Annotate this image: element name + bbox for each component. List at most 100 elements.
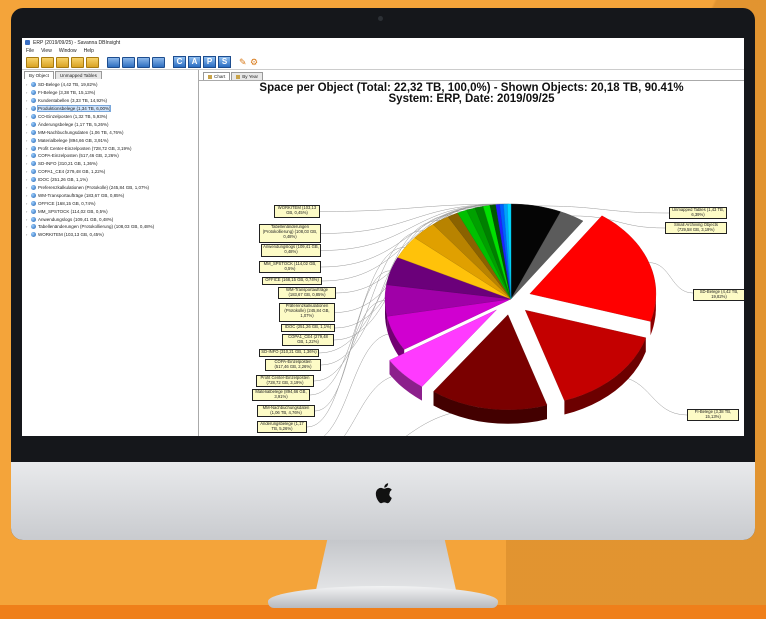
tree-item-label: SD-Belege (4,42 TB, 19,82%)	[38, 82, 98, 88]
chart-pane: Chart By Year Space per Object (Total: 2…	[199, 70, 744, 436]
object-icon	[31, 114, 36, 119]
tree-item[interactable]: › Tabellenänderungen (Protokollierung) (1…	[26, 223, 198, 231]
tree-item[interactable]: › Profit Center-Einzelposten (728,72 GB, …	[26, 144, 198, 152]
tree-item[interactable]: › WM-Transportaufträge (183,67 GB, 0,85%)	[26, 191, 198, 199]
folder-import-icon[interactable]	[86, 56, 99, 68]
tree-item-label: WORKITEM (103,13 GB, 0,45%)	[38, 232, 104, 238]
object-icon	[31, 90, 36, 96]
tree-item-label: SD-INFO (310,21 GB, 1,36%)	[38, 161, 98, 167]
tree-item-label: MM-Nachbuchungsdaten (1,06 TB, 4,76%)	[38, 129, 124, 135]
object-icon	[31, 137, 36, 143]
object-icon	[31, 153, 36, 159]
tree-item-label: Produktionsbelege (1,34 TB, 6,00%)	[36, 105, 112, 113]
tree-item-label: WM-Transportaufträge (183,67 GB, 0,85%)	[38, 192, 125, 198]
tree-item[interactable]: › MM-Nachbuchungsdaten (1,06 TB, 4,76%)	[26, 128, 198, 136]
tab-by-year[interactable]: By Year	[231, 72, 264, 80]
chart-tab-icon	[208, 74, 212, 79]
slice-label-material: Materialbelege (894,66 GB, 3,91%)	[252, 389, 310, 401]
object-tree: › SD-Belege (4,42 TB, 19,82%) › FI-Belege (…	[22, 79, 198, 239]
tree-item[interactable]: › IDOC (251,26 GB, 1,1%)	[26, 176, 198, 184]
tree-item[interactable]: › FI-Belege (3,38 TB, 15,13%)	[26, 89, 198, 97]
tree-item[interactable]: › OFFICE (168,15 GB, 0,74%)	[26, 199, 198, 207]
menu-view[interactable]: View	[41, 48, 52, 54]
pie-slice[interactable]	[433, 314, 548, 411]
tree-item-label: IDOC (251,26 GB, 1,1%)	[38, 177, 88, 183]
slice-label-sdinfo: SD-INFO (310,21 GB, 1,36%)	[259, 349, 319, 357]
camera-dot	[378, 16, 383, 21]
tree-item[interactable]: › SD-INFO (310,21 GB, 1,36%)	[26, 160, 198, 168]
year-tab-icon	[236, 74, 241, 79]
object-icon	[31, 192, 36, 198]
tab-chart[interactable]: Chart	[203, 72, 231, 80]
tree-item[interactable]: › COPA-Einzelposten (517,46 GB, 2,26%)	[26, 152, 198, 160]
tree-item[interactable]: › MM_SPSTOCK (114,02 GB, 0,5%)	[26, 207, 198, 215]
toolbar-p-button[interactable]: P	[203, 56, 216, 68]
object-icon	[31, 121, 36, 127]
tree-item[interactable]: › Produktionsbelege (1,34 TB, 6,00%)	[26, 105, 198, 113]
tools-icon[interactable]: ✎	[239, 57, 248, 67]
tree-item-label: CO-Einzelposten (1,32 TB, 5,93%)	[38, 114, 108, 119]
object-tree-pane: By Object Unmapped Tables › SD-Belege (4,…	[22, 70, 199, 436]
tree-item-label: FI-Belege (3,38 TB, 15,13%)	[38, 90, 96, 96]
folder-save-icon[interactable]	[56, 56, 69, 68]
tree-item[interactable]: › Materialbelege (894,66 GB, 3,91%)	[26, 136, 198, 144]
chart-view-icon[interactable]	[122, 56, 135, 68]
monitor-stand	[316, 540, 456, 590]
object-icon	[31, 177, 36, 183]
tree-item[interactable]: › CO-Einzelposten (1,32 TB, 5,93%)	[26, 113, 198, 121]
grid-view-icon[interactable]	[152, 56, 165, 68]
settings-icon[interactable]: ⚙	[250, 57, 259, 67]
object-icon	[31, 216, 36, 222]
tree-item[interactable]: › Änderungsbelege (1,17 TB, 5,26%)	[26, 120, 198, 128]
menu-bar: File View Window Help	[22, 47, 744, 55]
tree-item[interactable]: › Anwendungslogs (109,41 GB, 0,48%)	[26, 215, 198, 223]
slice-label-fi: FI-Belege (3,38 TB, 15,13%)	[687, 409, 739, 421]
menu-file[interactable]: File	[26, 48, 34, 54]
object-icon	[31, 224, 36, 230]
window-title: ERP (2019/09/25) - Savanna DBInsight	[33, 39, 121, 46]
object-icon	[31, 232, 36, 238]
tree-item-label: Tabellenänderungen (Protokollierung) (10…	[38, 224, 155, 230]
slice-label-wm: WM-Transportaufträge (183,67 GB, 0,85%)	[278, 287, 336, 299]
leader-line	[323, 333, 394, 436]
tree-item[interactable]: › WORKITEM (103,13 GB, 0,45%)	[26, 231, 198, 239]
object-icon	[31, 98, 36, 104]
toolbar-s-button[interactable]: S	[218, 56, 231, 68]
list-view-icon[interactable]	[137, 56, 150, 68]
toolbar-c-button[interactable]: C	[173, 56, 186, 68]
pie-slice[interactable]	[524, 309, 647, 401]
screen: ERP (2019/09/25) - Savanna DBInsight Fil…	[22, 38, 744, 436]
tree-item-label: Kundentabellen (3,33 TB, 14,92%)	[38, 98, 107, 104]
object-icon	[31, 208, 36, 214]
tree-item[interactable]: › Kundentabellen (3,33 TB, 14,92%)	[26, 97, 198, 105]
slice-label-mmsp: MM_SPSTOCK (114,02 GB, 0,5%)	[259, 261, 321, 273]
toolbar: C A P S ✎ ⚙	[22, 55, 744, 70]
tree-item-label: Profit Center-Einzelposten (728,72 GB, 3…	[38, 145, 132, 151]
tree-item-label: MM_SPSTOCK (114,02 GB, 0,5%)	[38, 208, 108, 214]
monitor-stand-base	[268, 586, 498, 608]
open-folder-icon[interactable]	[26, 56, 39, 68]
tree-item-label: Materialbelege (894,66 GB, 3,91%)	[38, 137, 109, 143]
leader-line	[615, 376, 688, 416]
tree-item[interactable]: › SD-Belege (4,42 TB, 19,82%)	[26, 81, 198, 89]
tree-item[interactable]: › COPA1_CE4 (279,48 GB, 1,22%)	[26, 168, 198, 176]
menu-window[interactable]: Window	[59, 48, 77, 54]
object-icon	[31, 145, 36, 151]
object-icon	[31, 82, 36, 88]
folder-export-icon[interactable]	[71, 56, 84, 68]
slice-label-idoc: IDOC (251,26 GB, 1,1%)	[281, 324, 335, 332]
menu-help[interactable]: Help	[84, 48, 94, 54]
app-icon	[25, 40, 30, 45]
folder-icon[interactable]	[41, 56, 54, 68]
tab-by-object[interactable]: By Object	[24, 71, 54, 79]
toolbar-a-button[interactable]: A	[188, 56, 201, 68]
tree-item-label: Preferenzkalkulationen (Protokolle) (245…	[38, 185, 150, 191]
tab-unmapped-tables[interactable]: Unmapped Tables	[54, 71, 102, 79]
table-view-icon[interactable]	[107, 56, 120, 68]
slice-label-profit: Profit Center-Einzelposten (728,72 GB, 3…	[256, 375, 314, 387]
apple-logo-icon	[375, 483, 392, 504]
tree-item-label: Anwendungslogs (109,41 GB, 0,48%)	[38, 216, 114, 222]
tree-item[interactable]: › Preferenzkalkulationen (Protokolle) (24…	[26, 184, 198, 192]
slice-label-pref: Präferenzkalkulationen (Protokolle) (245…	[279, 303, 335, 322]
object-icon	[31, 169, 36, 175]
